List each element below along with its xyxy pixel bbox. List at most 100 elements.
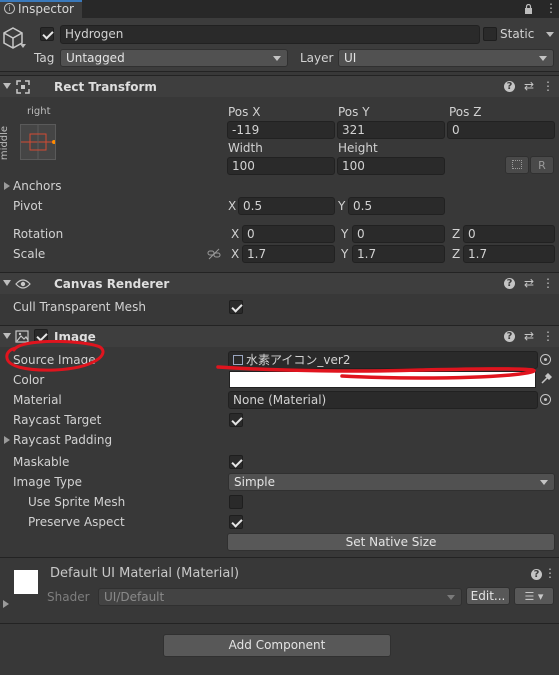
info-icon: i xyxy=(4,3,15,14)
foldout-arrow-icon[interactable] xyxy=(3,83,11,89)
height-label: Height xyxy=(338,141,378,155)
rotation-y-field[interactable]: 0 xyxy=(352,225,445,243)
material-foldout-icon[interactable] xyxy=(3,600,9,608)
shader-dropdown[interactable]: UI/Default xyxy=(98,588,462,606)
shader-list-button[interactable]: ☰ ▾ xyxy=(514,587,554,605)
chevron-down-icon xyxy=(447,595,455,600)
pos-z-label: Pos Z xyxy=(449,105,482,119)
blueprint-mode-button[interactable] xyxy=(505,156,529,174)
material-panel-title: Default UI Material (Material) xyxy=(50,566,240,581)
anchor-presets-button[interactable] xyxy=(20,124,56,160)
scale-z-field[interactable]: 1.7 xyxy=(463,245,555,263)
anchor-v-label: middle xyxy=(0,125,11,161)
preset-icon[interactable]: ⇄ xyxy=(522,79,536,93)
add-component-button[interactable]: Add Component xyxy=(163,634,391,657)
tag-dropdown[interactable]: Untagged xyxy=(60,49,288,67)
lock-icon[interactable] xyxy=(524,3,533,14)
help-icon[interactable]: ? xyxy=(504,81,515,92)
eye-icon xyxy=(15,278,31,290)
width-field[interactable]: 100 xyxy=(227,157,335,175)
object-picker-icon[interactable] xyxy=(540,394,551,405)
tab-bar xyxy=(0,0,559,18)
rot-x-letter: X xyxy=(231,227,240,241)
rect-transform-icon xyxy=(16,80,30,94)
separator xyxy=(0,623,559,624)
use-sprite-mesh-label: Use Sprite Mesh xyxy=(28,495,126,509)
pivot-x-field[interactable]: 0.5 xyxy=(238,197,335,215)
pivot-y-field[interactable]: 0.5 xyxy=(348,197,445,215)
name-field[interactable]: Hydrogen xyxy=(60,25,480,44)
layer-dropdown[interactable]: UI xyxy=(338,49,554,67)
canvas-renderer-title: Canvas Renderer xyxy=(54,277,170,291)
pos-z-field[interactable]: 0 xyxy=(447,121,555,139)
raw-edit-button[interactable]: R xyxy=(530,156,554,174)
scale-x-field[interactable]: 1.7 xyxy=(242,245,335,263)
cull-transparent-mesh-checkbox[interactable] xyxy=(229,300,243,314)
rotation-x-field[interactable]: 0 xyxy=(242,225,335,243)
shader-edit-button[interactable]: Edit... xyxy=(466,587,510,605)
rect-transform-header[interactable]: Rect Transform ? ⇄ ⋮ xyxy=(0,75,559,97)
help-icon[interactable]: ? xyxy=(531,569,542,580)
image-type-dropdown[interactable]: Simple xyxy=(228,473,555,491)
scale-y-letter: Y xyxy=(341,247,349,261)
pos-y-label: Pos Y xyxy=(338,105,370,119)
list-icon: ☰ ▾ xyxy=(524,590,544,603)
cube-dropdown-icon[interactable] xyxy=(20,44,26,48)
anchors-label[interactable]: Anchors xyxy=(13,178,62,194)
rotation-z-field[interactable]: 0 xyxy=(463,225,555,243)
raycast-padding-foldout-icon[interactable] xyxy=(4,436,10,444)
maskable-checkbox[interactable] xyxy=(229,455,243,469)
preserve-aspect-label: Preserve Aspect xyxy=(28,515,125,529)
canvas-renderer-header[interactable]: Canvas Renderer ? ⇄ ⋮ xyxy=(0,272,559,294)
more-icon[interactable]: ⋮ xyxy=(541,79,555,93)
tag-label: Tag xyxy=(34,51,55,65)
foldout-arrow-icon[interactable] xyxy=(3,280,11,286)
constrain-link-icon[interactable] xyxy=(207,248,221,260)
pivot-x-letter: X xyxy=(228,199,237,213)
static-label: Static xyxy=(500,27,535,41)
chevron-down-icon xyxy=(273,56,281,61)
layer-label: Layer xyxy=(300,51,334,65)
pos-x-label: Pos X xyxy=(228,105,261,119)
set-native-size-button[interactable]: Set Native Size xyxy=(227,533,555,551)
raycast-padding-label[interactable]: Raycast Padding xyxy=(13,432,112,448)
chevron-down-icon xyxy=(540,480,548,485)
scale-y-field[interactable]: 1.7 xyxy=(352,245,445,263)
width-label: Width xyxy=(228,141,263,155)
foldout-arrow-icon[interactable] xyxy=(3,333,11,339)
more-icon[interactable]: ⋮ xyxy=(545,1,557,15)
pivot-y-letter: Y xyxy=(338,199,346,213)
material-field[interactable]: None (Material) xyxy=(228,391,538,409)
more-icon[interactable]: ⋮ xyxy=(543,566,557,580)
pivot-label: Pivot xyxy=(13,199,43,213)
static-checkbox[interactable] xyxy=(483,27,497,41)
dotted-square-icon xyxy=(512,160,522,169)
anchors-foldout-icon[interactable] xyxy=(4,182,10,190)
inspector-tab[interactable]: i Inspector xyxy=(0,0,82,18)
height-field[interactable]: 100 xyxy=(337,157,445,175)
chevron-down-icon xyxy=(539,56,547,61)
pos-x-field[interactable]: -119 xyxy=(227,121,335,139)
active-checkbox[interactable] xyxy=(40,27,54,41)
static-dropdown-icon[interactable] xyxy=(546,32,554,37)
material-preview-swatch xyxy=(14,570,38,594)
scale-label: Scale xyxy=(13,247,46,261)
scale-z-letter: Z xyxy=(452,247,461,261)
rot-z-letter: Z xyxy=(452,227,461,241)
rot-y-letter: Y xyxy=(341,227,349,241)
maskable-label: Maskable xyxy=(13,455,70,469)
use-sprite-mesh-checkbox[interactable] xyxy=(229,495,243,509)
pos-y-field[interactable]: 321 xyxy=(337,121,445,139)
rect-transform-title: Rect Transform xyxy=(54,80,157,94)
material-label: Material xyxy=(13,393,62,407)
help-icon[interactable]: ? xyxy=(504,278,515,289)
preserve-aspect-checkbox[interactable] xyxy=(229,515,243,529)
raycast-target-checkbox[interactable] xyxy=(229,413,243,427)
more-icon[interactable]: ⋮ xyxy=(541,276,555,290)
preset-icon[interactable]: ⇄ xyxy=(522,276,536,290)
anchor-h-label: right xyxy=(27,106,51,117)
scale-x-letter: X xyxy=(231,247,240,261)
tab-title: Inspector xyxy=(18,2,74,16)
separator xyxy=(0,557,559,558)
cull-transparent-mesh-label: Cull Transparent Mesh xyxy=(13,300,146,314)
